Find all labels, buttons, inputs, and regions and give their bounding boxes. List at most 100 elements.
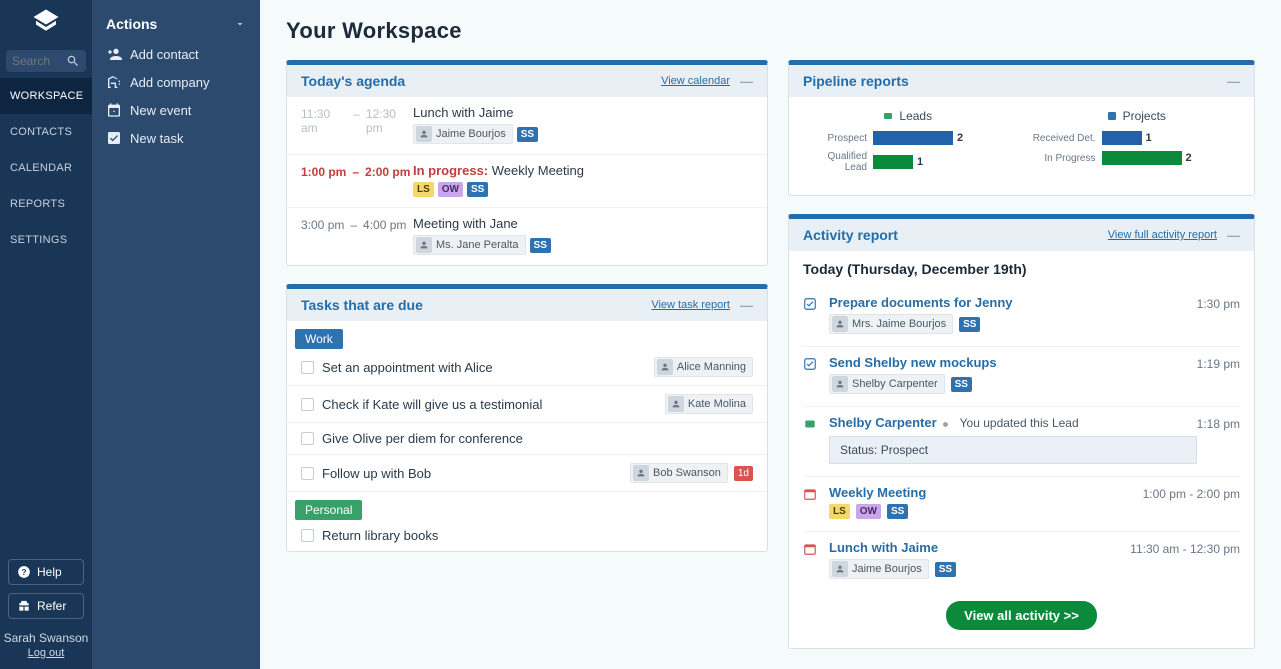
- task-row[interactable]: Follow up with BobBob Swanson1d: [287, 455, 767, 492]
- pipeline-column: LeadsProspect2Qualified Lead1: [803, 109, 1012, 179]
- new-event-icon: [106, 102, 122, 118]
- agenda-row[interactable]: 11:30 am–12:30 pmLunch with JaimeJaime B…: [287, 97, 767, 155]
- initials-badge[interactable]: OW: [856, 504, 881, 519]
- person-chip[interactable]: Kate Molina: [665, 394, 753, 414]
- nav-item-calendar[interactable]: CALENDAR: [0, 150, 92, 186]
- pipeline-col-title: Projects: [1032, 109, 1241, 123]
- person-chip[interactable]: Alice Manning: [654, 357, 753, 377]
- check-icon: [803, 295, 821, 334]
- pipeline-bar-row[interactable]: In Progress2: [1032, 151, 1241, 165]
- initials-badge[interactable]: SS: [530, 238, 551, 253]
- nav-item-contacts[interactable]: CONTACTS: [0, 114, 92, 150]
- person-chip[interactable]: Ms. Jane Peralta: [413, 235, 526, 255]
- activity-time: 1:19 pm: [1197, 355, 1240, 394]
- avatar-icon: [668, 396, 684, 412]
- initials-badge[interactable]: SS: [517, 127, 538, 142]
- activity-item-title[interactable]: Shelby Carpenter: [829, 415, 937, 430]
- logout-link[interactable]: Log out: [28, 647, 65, 659]
- help-label: Help: [37, 565, 62, 579]
- action-new-task[interactable]: New task: [92, 124, 260, 152]
- initials-badge[interactable]: SS: [959, 317, 980, 332]
- person-chip[interactable]: Mrs. Jaime Bourjos: [829, 314, 953, 334]
- view-activity-link[interactable]: View full activity report: [1108, 229, 1217, 241]
- pipeline-card: Pipeline reports — LeadsProspect2Qualifi…: [788, 60, 1255, 196]
- task-checkbox[interactable]: [301, 361, 314, 374]
- activity-item-title[interactable]: Prepare documents for Jenny: [829, 295, 1013, 310]
- pipeline-bar-row[interactable]: Qualified Lead1: [803, 151, 1012, 173]
- task-row[interactable]: Give Olive per diem for conference: [287, 423, 767, 455]
- agenda-row[interactable]: 1:00 pm–2:00 pmIn progress: Weekly Meeti…: [287, 155, 767, 208]
- view-calendar-link[interactable]: View calendar: [661, 75, 730, 87]
- task-checkbox[interactable]: [301, 398, 314, 411]
- initials-badge[interactable]: SS: [887, 504, 908, 519]
- task-group-label: Personal: [295, 500, 362, 520]
- activity-time: 1:30 pm: [1197, 295, 1240, 334]
- avatar-icon: [633, 465, 649, 481]
- task-row[interactable]: Check if Kate will give us a testimonial…: [287, 386, 767, 423]
- agenda-card: Today's agenda View calendar — 11:30 am–…: [286, 60, 768, 266]
- overdue-badge: 1d: [734, 466, 753, 481]
- chevron-down-icon[interactable]: [234, 18, 246, 30]
- pipeline-bar-row[interactable]: Prospect2: [803, 131, 1012, 145]
- collapse-icon[interactable]: —: [1227, 228, 1240, 243]
- initials-badge[interactable]: SS: [935, 562, 956, 577]
- activity-item[interactable]: Send Shelby new mockups Shelby Carpenter S…: [803, 347, 1240, 407]
- initials-badge[interactable]: SS: [951, 377, 972, 392]
- check-icon: [803, 355, 821, 394]
- task-label: Set an appointment with Alice: [322, 360, 654, 375]
- activity-item[interactable]: Lunch with JaimeJaime BourjosSS11:30 am …: [803, 532, 1240, 591]
- search-input[interactable]: [12, 54, 66, 68]
- logo[interactable]: [0, 0, 92, 44]
- activity-item[interactable]: Weekly Meeting LS OW SS 1:00 pm - 2:00 pm: [803, 477, 1240, 532]
- help-icon: ?: [17, 565, 31, 579]
- cal-icon: [803, 540, 821, 579]
- initials-badge[interactable]: LS: [829, 504, 850, 519]
- view-task-report-link[interactable]: View task report: [651, 299, 730, 311]
- activity-item-title[interactable]: Weekly Meeting: [829, 485, 926, 500]
- collapse-icon[interactable]: —: [740, 298, 753, 313]
- agenda-row[interactable]: 3:00 pm–4:00 pmMeeting with JaneMs. Jane…: [287, 208, 767, 265]
- avatar-icon: [832, 316, 848, 332]
- search-box[interactable]: [6, 50, 86, 72]
- activity-date: Today (Thursday, December 19th): [803, 261, 1240, 277]
- initials-badge[interactable]: OW: [438, 182, 463, 197]
- collapse-icon[interactable]: —: [1227, 74, 1240, 89]
- collapse-icon[interactable]: —: [740, 74, 753, 89]
- nav-item-workspace[interactable]: WORKSPACE: [0, 78, 92, 114]
- person-chip[interactable]: Shelby Carpenter: [829, 374, 945, 394]
- action-new-event[interactable]: New event: [92, 96, 260, 124]
- person-chip[interactable]: Jaime Bourjos: [413, 124, 513, 144]
- action-add-contact[interactable]: Add contact: [92, 40, 260, 68]
- activity-item-title[interactable]: Send Shelby new mockups: [829, 355, 997, 370]
- task-checkbox[interactable]: [301, 467, 314, 480]
- activity-item[interactable]: Shelby CarpenterYou updated this LeadSta…: [803, 407, 1240, 477]
- initials-badge[interactable]: LS: [413, 182, 434, 197]
- task-checkbox[interactable]: [301, 432, 314, 445]
- pipeline-bar-row[interactable]: Received Det.1: [1032, 131, 1241, 145]
- pipeline-column: Projects Received Det.1 In Progress2: [1032, 109, 1241, 179]
- task-row[interactable]: Set an appointment with AliceAlice Manni…: [287, 349, 767, 386]
- status-box: Status: Prospect: [829, 436, 1197, 464]
- agenda-title: Today's agenda: [301, 73, 405, 89]
- view-all-activity-button[interactable]: View all activity >>: [946, 601, 1097, 630]
- nav-item-settings[interactable]: SETTINGS: [0, 222, 92, 258]
- activity-time: 1:18 pm: [1197, 415, 1240, 464]
- activity-time: 1:00 pm - 2:00 pm: [1143, 485, 1240, 519]
- activity-item[interactable]: Prepare documents for Jenny Mrs. Jaime Bo…: [803, 287, 1240, 347]
- task-row[interactable]: Return library books: [287, 520, 767, 551]
- action-add-company[interactable]: Add company: [92, 68, 260, 96]
- help-button[interactable]: ? Help: [8, 559, 84, 585]
- nav-sidebar: WORKSPACECONTACTSCALENDARREPORTSSETTINGS…: [0, 0, 92, 669]
- nav-item-reports[interactable]: REPORTS: [0, 186, 92, 222]
- person-chip[interactable]: Bob Swanson: [630, 463, 728, 483]
- activity-item-title[interactable]: Lunch with Jaime: [829, 540, 938, 555]
- task-label: Return library books: [322, 528, 753, 543]
- person-chip[interactable]: Jaime Bourjos: [829, 559, 929, 579]
- refer-button[interactable]: Refer: [8, 593, 84, 619]
- pipeline-title: Pipeline reports: [803, 73, 909, 89]
- cal-icon: [803, 485, 821, 519]
- task-label: Give Olive per diem for conference: [322, 431, 753, 446]
- task-checkbox[interactable]: [301, 529, 314, 542]
- initials-badge[interactable]: SS: [467, 182, 488, 197]
- add-contact-icon: [106, 46, 122, 62]
